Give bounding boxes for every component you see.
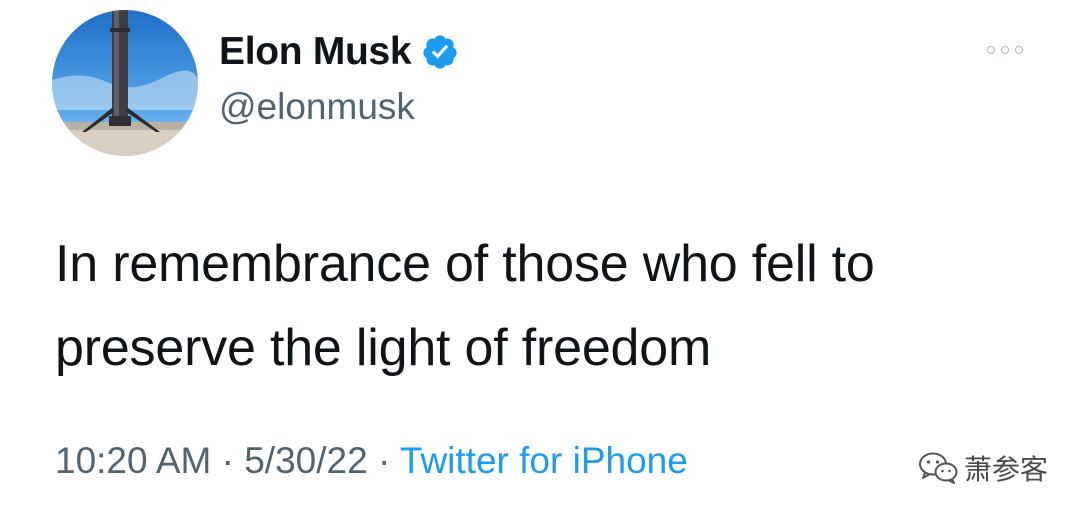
rocket-booster-avatar-icon — [52, 10, 198, 156]
more-options-icon[interactable] — [980, 38, 1030, 62]
watermark: 萧参客 — [918, 448, 1048, 488]
tweet-date[interactable]: 5/30/22 — [244, 440, 367, 481]
display-name[interactable]: Elon Musk — [219, 30, 412, 74]
avatar[interactable] — [52, 10, 198, 156]
more-dot — [1015, 46, 1023, 54]
wechat-logo-icon — [919, 452, 958, 484]
tweet-text-line: In remembrance of those who fell to — [55, 235, 875, 293]
author-name-row: Elon Musk — [219, 30, 459, 74]
tweet-time[interactable]: 10:20 AM — [55, 440, 211, 481]
watermark-text: 萧参客 — [964, 454, 1049, 485]
tweet-source-link[interactable]: Twitter for iPhone — [400, 440, 688, 481]
meta-separator: · — [367, 440, 400, 481]
user-handle[interactable]: @elonmusk — [219, 86, 415, 128]
tweet-text-line: preserve the light of freedom — [55, 319, 712, 377]
tweet-card: Elon Musk @elonmusk In remembrance of th… — [0, 0, 1080, 517]
verified-badge-icon — [421, 33, 459, 71]
more-dot — [1001, 46, 1009, 54]
meta-separator: · — [211, 440, 245, 481]
tweet-text: In remembrance of those who fell to pres… — [55, 222, 1055, 390]
more-dot — [987, 46, 995, 54]
tweet-meta: 10:20 AM · 5/30/22 · Twitter for iPhone — [55, 440, 688, 482]
